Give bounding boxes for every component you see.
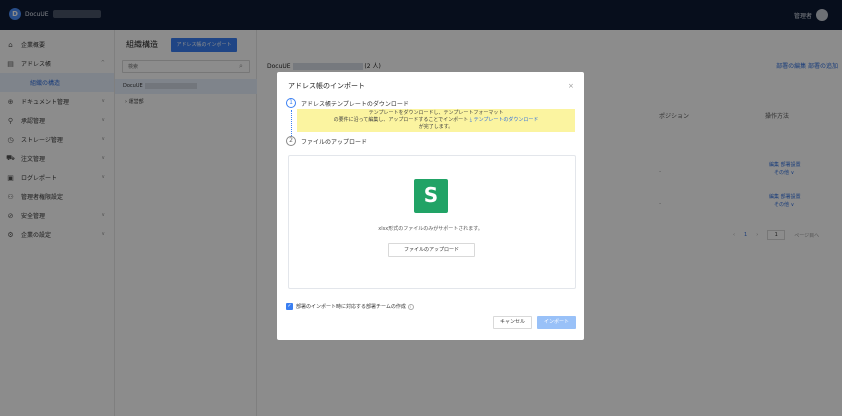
template-hint: テンプレートをダウンロードし、テンプレートフォーマット の要件に沿って編集し、ア…	[297, 109, 575, 132]
download-template-link[interactable]: ⤓ テンプレートのダウンロード	[470, 117, 539, 123]
import-dialog: アドレス帳のインポート × 1 アドレス帳テンプレートのダウンロード テンプレー…	[277, 72, 584, 340]
dialog-title: アドレス帳のインポート	[288, 82, 365, 90]
create-team-text: 部署のインポート時に対応する部署チームの作成	[296, 304, 406, 310]
import-button[interactable]: インポート	[537, 316, 576, 329]
step-connector	[291, 110, 292, 138]
create-team-checkbox[interactable]: ✓	[286, 303, 293, 310]
step-2-label: ファイルのアップロード	[301, 139, 368, 146]
step-1-label: アドレス帳テンプレートのダウンロード	[301, 101, 409, 108]
create-team-label: 部署のインポート時に対応する部署チームの作成 i	[296, 303, 414, 310]
upload-dropzone[interactable]	[288, 155, 576, 289]
step-2-icon: 2	[286, 136, 296, 146]
upload-file-button[interactable]: ファイルのアップロード	[388, 243, 475, 257]
info-icon[interactable]: i	[407, 303, 414, 310]
hint-line-2: の要件に沿って編集し、アップロードすることでインポート	[333, 117, 469, 123]
hint-line-3: が完了します。	[418, 124, 454, 130]
hint-line-1: テンプレートをダウンロードし、テンプレートフォーマット	[368, 110, 504, 116]
close-icon[interactable]: ×	[568, 82, 574, 90]
spreadsheet-icon: S	[414, 179, 448, 213]
supported-format-text: xlsx形式のファイルのみがサポートされます。	[378, 226, 483, 232]
cancel-button[interactable]: キャンセル	[493, 316, 532, 329]
step-1-icon: 1	[286, 98, 296, 108]
download-template-label: テンプレートのダウンロード	[473, 117, 539, 123]
